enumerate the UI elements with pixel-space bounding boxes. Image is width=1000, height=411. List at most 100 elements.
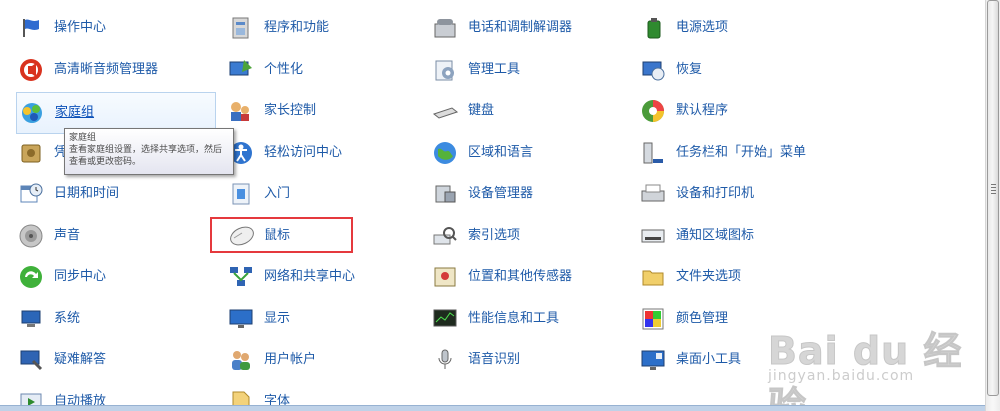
cpl-item-admin-tools[interactable]: 管理工具 [432,50,612,90]
cpl-item-label: 声音 [54,228,81,243]
cpl-item-label: 电源选项 [676,20,729,35]
cpl-item-color-management[interactable]: 颜色管理 [640,299,840,339]
cpl-item-programs[interactable]: 程序和功能 [228,8,354,48]
cpl-item-phone-modem[interactable]: 电话和调制解调器 [432,8,612,48]
taskbar-icon [640,140,666,166]
cpl-item-label: 家庭组 [55,105,95,120]
cpl-item-parental[interactable]: 家长控制 [228,91,354,131]
cpl-item-label: 桌面小工具 [676,352,742,367]
cpl-item-label: 文件夹选项 [676,269,742,284]
troubleshoot-icon [18,347,44,373]
network-icon [228,264,254,290]
cpl-item-troubleshooting[interactable]: 疑难解答 [18,340,218,380]
cpl-item-label: 程序和功能 [264,20,330,35]
cpl-item-label: 语音识别 [468,352,521,367]
cpl-item-label: 高清晰音频管理器 [54,62,159,77]
cpl-item-label: 性能信息和工具 [468,311,560,326]
performance-icon [432,306,458,332]
vertical-scrollbar[interactable] [985,0,1000,411]
recovery-icon [640,57,666,83]
scroll-grip-icon [991,184,996,194]
admin-tools-icon [432,57,458,83]
cpl-item-label: 鼠标 [264,228,291,243]
flag-icon [18,15,44,41]
cpl-item-autoplay[interactable]: 自动播放 [18,382,218,405]
cpl-item-label: 疑难解答 [54,352,107,367]
cpl-item-label: 索引选项 [468,228,521,243]
folder-icon [640,264,666,290]
cpl-item-fonts[interactable]: 字体 [228,382,354,405]
sync-icon [18,264,44,290]
phone-icon [432,15,458,41]
cpl-item-label: 轻松访问中心 [264,145,343,160]
control-panel-items: 操作中心高清晰音频管理器家庭组凭据管理器日期和时间声音同步中心系统疑难解答自动播… [0,0,988,405]
cpl-item-label: 设备和打印机 [676,186,755,201]
cpl-item-mouse[interactable]: 鼠标 [228,216,354,256]
cpl-item-label: 任务栏和「开始」菜单 [676,145,807,160]
cpl-item-label: 恢复 [676,62,703,77]
cpl-item-location[interactable]: 位置和其他传感器 [432,257,612,297]
homegroup-tooltip: 家庭组 查看家庭组设置，选择共享选项，然后查看或更改密码。 [64,128,234,175]
cpl-item-taskbar[interactable]: 任务栏和「开始」菜单 [640,133,840,173]
cpl-item-performance[interactable]: 性能信息和工具 [432,299,612,339]
cpl-item-sync-center[interactable]: 同步中心 [18,257,218,297]
cpl-item-label: 个性化 [264,62,304,77]
mouse-icon [228,223,254,249]
cpl-item-label: 入门 [264,186,291,201]
location-icon [432,264,458,290]
cpl-item-user-accounts[interactable]: 用户帐户 [228,340,354,380]
cpl-item-realtek-audio[interactable]: 高清晰音频管理器 [18,50,218,90]
sound-icon [18,223,44,249]
speaker-icon [18,57,44,83]
cpl-item-personalization[interactable]: 个性化 [228,50,354,90]
tooltip-title: 家庭组 [69,133,97,143]
cpl-item-label: 同步中心 [54,269,107,284]
cpl-item-label: 日期和时间 [54,186,120,201]
users-icon [228,347,254,373]
cpl-item-label: 自动播放 [54,394,107,405]
cpl-item-indexing[interactable]: 索引选项 [432,216,612,256]
cpl-item-keyboard[interactable]: 键盘 [432,91,612,131]
cpl-item-recovery[interactable]: 恢复 [640,50,840,90]
notification-icon [640,223,666,249]
cpl-item-label: 字体 [264,394,291,405]
getting-started-icon [228,181,254,207]
cpl-item-power[interactable]: 电源选项 [640,8,840,48]
cpl-item-ease-access[interactable]: 轻松访问中心 [228,133,354,173]
cpl-item-device-manager[interactable]: 设备管理器 [432,174,612,214]
tooltip-body: 查看家庭组设置，选择共享选项，然后查看或更改密码。 [69,145,223,167]
vault-icon [18,140,44,166]
cpl-item-label: 系统 [54,311,81,326]
cpl-item-label: 用户帐户 [264,352,317,367]
cpl-item-speech[interactable]: 语音识别 [432,340,612,380]
cpl-item-notification-icons[interactable]: 通知区域图标 [640,216,840,256]
cpl-item-date-time[interactable]: 日期和时间 [18,174,218,214]
cpl-item-getting-started[interactable]: 入门 [228,174,354,214]
homegroup-icon [19,100,45,126]
cpl-item-label: 键盘 [468,103,495,118]
cpl-item-region-language[interactable]: 区域和语言 [432,133,612,173]
scrollbar-thumb[interactable] [987,0,999,396]
cpl-item-folder-options[interactable]: 文件夹选项 [640,257,840,297]
cpl-item-label: 网络和共享中心 [264,269,356,284]
cpl-item-label: 通知区域图标 [676,228,755,243]
cpl-item-action-center[interactable]: 操作中心 [18,8,218,48]
cpl-item-label: 管理工具 [468,62,521,77]
cpl-item-system[interactable]: 系统 [18,299,218,339]
cpl-item-devices-printers[interactable]: 设备和打印机 [640,174,840,214]
cpl-item-network[interactable]: 网络和共享中心 [228,257,356,297]
gadgets-icon [640,347,666,373]
system-icon [18,306,44,332]
fonts-icon [228,389,254,405]
cpl-item-label: 显示 [264,311,291,326]
cpl-item-label: 位置和其他传感器 [468,269,573,284]
cpl-item-label: 颜色管理 [676,311,729,326]
globe-icon [432,140,458,166]
cpl-item-sound[interactable]: 声音 [18,216,218,256]
calendar-clock-icon [18,181,44,207]
cpl-item-display[interactable]: 显示 [228,299,354,339]
parental-icon [228,98,254,124]
programs-icon [228,15,254,41]
cpl-item-gadgets[interactable]: 桌面小工具 [640,340,840,380]
cpl-item-default-programs[interactable]: 默认程序 [640,91,840,131]
